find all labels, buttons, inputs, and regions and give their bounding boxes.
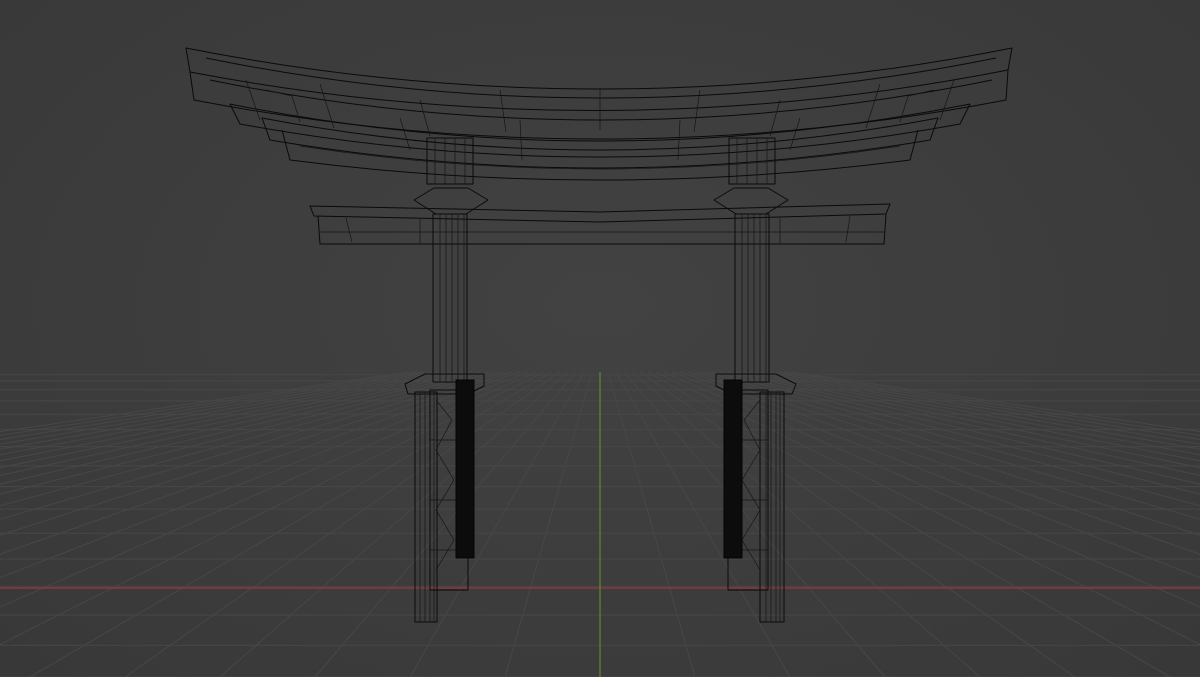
- grid-line: [703, 371, 1200, 507]
- grid-line: [0, 371, 505, 520]
- grid-line: [775, 371, 1200, 441]
- grid-line: [409, 371, 585, 677]
- grid-line: [687, 371, 1200, 536]
- grid-line: [0, 371, 457, 462]
- grid-line: [743, 371, 1200, 462]
- kasagi-top-beam: [185, 47, 1013, 181]
- nuki-tie-beam: [309, 203, 891, 245]
- grid-line: [314, 371, 577, 677]
- grid-line: [679, 371, 1200, 555]
- grid-line: [504, 371, 593, 677]
- 3d-viewport[interactable]: [0, 0, 1200, 677]
- grid-line: [0, 371, 513, 536]
- grid-line: [615, 371, 791, 677]
- grid-line: [0, 371, 521, 555]
- grid-line: [0, 371, 449, 456]
- grid-line: [695, 371, 1200, 520]
- grid-line: [727, 371, 1200, 476]
- grid-line: [219, 371, 569, 677]
- grid-line: [0, 371, 425, 441]
- torii-gate-wireframe[interactable]: [185, 47, 1013, 623]
- grid-line: [607, 371, 696, 677]
- grid-line: [124, 371, 561, 677]
- grid-line: [751, 371, 1200, 456]
- grid-line: [623, 371, 886, 677]
- grid-line: [663, 371, 1200, 608]
- grid-line: [631, 371, 981, 677]
- viewport-canvas[interactable]: [0, 0, 1200, 677]
- grid-line: [0, 371, 497, 507]
- grid-line: [0, 371, 473, 476]
- grid-line: [639, 371, 1076, 677]
